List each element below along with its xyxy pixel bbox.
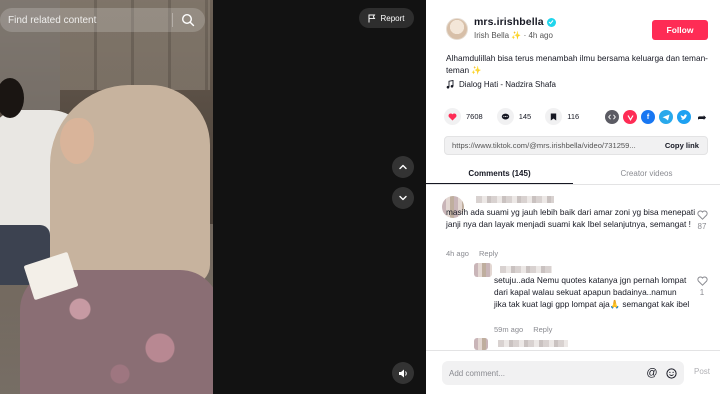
comment-text: masih ada suami yg jauh lebih baik dari …: [446, 207, 696, 229]
search-divider: [172, 13, 173, 27]
embed-icon[interactable]: [605, 110, 619, 124]
volume-button[interactable]: [392, 362, 414, 384]
comment-count: 145: [518, 112, 532, 121]
follow-button[interactable]: Follow: [652, 20, 708, 40]
share-arrow-icon[interactable]: ➦: [695, 110, 709, 124]
reply-text: setuju..ada Nemu quotes katanya jgn pern…: [494, 275, 690, 309]
video-player[interactable]: Find related content Report: [0, 0, 426, 394]
reply-button[interactable]: Reply: [479, 249, 498, 258]
save-stat[interactable]: 116: [545, 108, 579, 125]
music-title: Dialog Hati - Nadzira Shafa: [459, 80, 556, 89]
search-bar[interactable]: Find related content: [0, 8, 205, 32]
flag-icon: [368, 14, 376, 22]
comment-bar: Add comment... @ Post: [426, 350, 720, 394]
comment-list: masih ada suami yg jauh lebih baik dari …: [426, 190, 720, 350]
verified-badge-icon: [546, 17, 556, 27]
post-button[interactable]: Post: [694, 367, 710, 376]
video-link-box: https://www.tiktok.com/@mrs.irishbella/v…: [444, 136, 708, 155]
reply-meta: 59m ago Reply: [494, 325, 552, 334]
like-stat[interactable]: 7608: [444, 108, 483, 125]
save-count: 116: [567, 112, 580, 121]
facebook-icon[interactable]: f: [641, 110, 655, 124]
reply-button[interactable]: Reply: [533, 325, 552, 334]
search-icon[interactable]: [181, 13, 195, 27]
reply-like[interactable]: 1: [694, 276, 710, 297]
panel-tabs: Comments (145) Creator videos: [426, 163, 720, 185]
telegram-icon[interactable]: [659, 110, 673, 124]
music-note-icon: [446, 80, 454, 89]
video-link[interactable]: https://www.tiktok.com/@mrs.irishbella/v…: [445, 141, 657, 150]
comment-like-count: 87: [697, 222, 707, 231]
heart-outline-icon[interactable]: [696, 276, 708, 286]
next-replier-avatar[interactable]: [474, 338, 488, 350]
person-woman-face: [60, 118, 94, 164]
comment-bubble-icon[interactable]: [496, 108, 514, 125]
heart-icon[interactable]: [444, 108, 461, 125]
like-count: 7608: [466, 112, 483, 121]
comment-like[interactable]: 87: [694, 210, 710, 231]
person-woman-hijab: [50, 85, 210, 285]
copy-link-button[interactable]: Copy link: [657, 141, 707, 150]
music-link[interactable]: Dialog Hati - Nadzira Shafa: [446, 80, 556, 89]
reply-time: 59m ago: [494, 325, 524, 334]
comment-meta: 4h ago Reply: [446, 249, 498, 258]
twitter-icon[interactable]: [677, 110, 691, 124]
author-display-name: Irish Bella: [474, 31, 510, 40]
sparkles-emoji: ✨: [511, 31, 522, 40]
next-replier-name-blurred: [498, 340, 568, 347]
mention-icon[interactable]: @: [646, 367, 658, 379]
share-icons: f ➦: [605, 110, 709, 124]
comment-placeholder: Add comment...: [449, 368, 506, 378]
volume-icon: [398, 369, 407, 377]
report-label: Report: [380, 13, 405, 23]
comment-input[interactable]: Add comment... @: [442, 361, 684, 385]
engagement-stats: 7608 145 116: [444, 108, 593, 125]
author-username-text: mrs.irishbella: [474, 16, 544, 28]
emoji-icon[interactable]: [665, 367, 677, 379]
bookmark-icon[interactable]: [545, 108, 563, 125]
chevron-up-icon: [399, 164, 407, 170]
details-panel: mrs.irishbella Irish Bella ✨ · 4h ago Fo…: [426, 0, 720, 394]
friends-icon[interactable]: [623, 110, 637, 124]
prev-video-button[interactable]: [392, 156, 414, 178]
author-avatar[interactable]: [446, 18, 468, 40]
tab-comments[interactable]: Comments (145): [426, 163, 573, 184]
report-button[interactable]: Report: [359, 8, 414, 28]
author-subline: Irish Bella ✨ · 4h ago: [474, 31, 553, 40]
reply-like-count: 1: [699, 288, 705, 297]
chevron-down-icon: [399, 195, 407, 201]
replier-avatar[interactable]: [474, 263, 492, 277]
video-frame: [0, 0, 213, 394]
replier-name-blurred: [500, 266, 552, 273]
post-caption: Alhamdulillah bisa terus menambah ilmu b…: [446, 53, 708, 75]
post-time: 4h ago: [528, 31, 553, 40]
heart-outline-icon[interactable]: [696, 210, 708, 220]
comment-time: 4h ago: [446, 249, 469, 258]
commenter-name-blurred: [476, 196, 554, 203]
search-placeholder: Find related content: [8, 14, 97, 26]
next-video-button[interactable]: [392, 187, 414, 209]
comment-stat[interactable]: 145: [496, 108, 532, 125]
author-username[interactable]: mrs.irishbella: [474, 16, 556, 28]
tab-creator-videos[interactable]: Creator videos: [573, 163, 720, 184]
